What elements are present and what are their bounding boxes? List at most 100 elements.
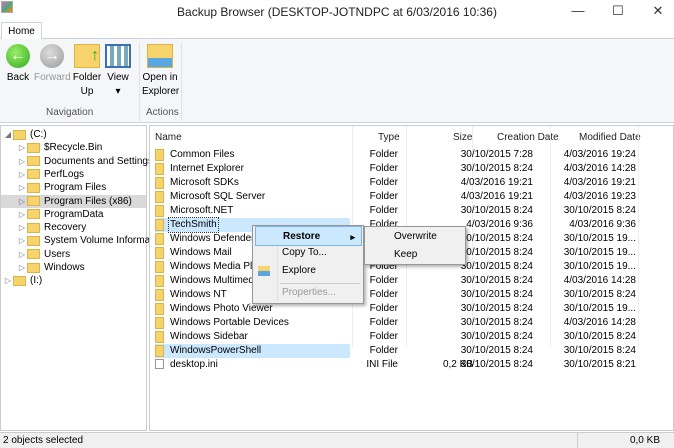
file-row[interactable]: Microsoft SDKs Folder 4/03/2016 19:21 4/… xyxy=(155,176,674,190)
file-row[interactable]: Windows Portable Devices Folder 30/10/20… xyxy=(155,316,674,330)
column-header-size[interactable]: Size xyxy=(453,132,472,143)
expand-arrow-icon[interactable]: ◢ xyxy=(3,128,13,141)
view-dropdown-arrow: ▾ xyxy=(115,86,121,97)
expand-arrow-icon[interactable]: ▷ xyxy=(17,195,27,208)
file-row[interactable]: Windows Multimedia Platform Folder 30/10… xyxy=(155,274,674,288)
file-type: Folder xyxy=(369,205,398,216)
tree-item[interactable]: ▷ Documents and Settings xyxy=(17,155,153,168)
tree-item[interactable]: ▷ ProgramData xyxy=(17,208,104,221)
file-row[interactable]: desktop.ini INI File 0,2 KB 30/10/2015 8… xyxy=(155,358,674,372)
file-row[interactable]: Common Files Folder 30/10/2015 7:28 4/03… xyxy=(155,148,674,162)
folder-up-icon: ↑ xyxy=(74,44,100,68)
tree-item[interactable]: ▷ Users xyxy=(17,248,70,261)
folder-icon xyxy=(155,317,164,329)
expand-arrow-icon[interactable]: ▷ xyxy=(17,221,27,234)
close-button[interactable]: ✕ xyxy=(648,3,668,19)
creation-date: 30/10/2015 8:24 xyxy=(460,205,533,216)
folder-icon xyxy=(27,222,40,233)
file-row[interactable]: Windows Photo Viewer Folder 30/10/2015 8… xyxy=(155,302,674,316)
open-in-label: Open in xyxy=(142,72,178,83)
file-row[interactable]: Windows Sidebar Folder 30/10/2015 8:24 3… xyxy=(155,330,674,344)
folder-icon xyxy=(155,247,164,259)
file-type: Folder xyxy=(369,317,398,328)
tree-item-label: PerfLogs xyxy=(44,168,85,180)
minimize-button[interactable]: — xyxy=(568,3,588,18)
folder-up-button[interactable]: ↑ Folder Up xyxy=(72,44,102,99)
view-button[interactable]: View ▾ xyxy=(105,44,131,99)
column-header-type[interactable]: Type xyxy=(378,132,400,143)
creation-date: 30/10/2015 8:24 xyxy=(460,261,533,272)
modified-date: 30/10/2015 8:24 xyxy=(563,331,636,342)
ribbon-tabs: Home xyxy=(0,22,674,40)
tree-item[interactable]: ▷ Program Files xyxy=(17,181,106,194)
folder-tree[interactable]: ◢ (C:) ▷ $Recycle.Bin ▷ Documents and Setting… xyxy=(0,125,155,431)
folder-icon xyxy=(13,275,26,286)
file-name: Microsoft SQL Server xyxy=(170,191,266,202)
tree-item[interactable]: ▷ $Recycle.Bin xyxy=(17,141,102,154)
column-header-name[interactable]: Name xyxy=(155,132,182,143)
folder-icon xyxy=(155,345,164,357)
modified-date: 30/10/2015 8:24 xyxy=(563,345,636,356)
menu-item-copy-to[interactable]: Copy To... xyxy=(255,243,327,263)
creation-date: 4/03/2016 19:21 xyxy=(460,177,533,188)
folder-icon xyxy=(155,303,164,315)
forward-button[interactable]: → Forward xyxy=(34,44,71,85)
tree-item-label: Program Files (x86) xyxy=(44,195,132,207)
modified-date: 4/03/2016 14:28 xyxy=(563,275,636,286)
folder-up-label-2: Up xyxy=(80,86,94,97)
modified-date: 30/10/2015 19... xyxy=(563,233,636,244)
expand-arrow-icon[interactable]: ▷ xyxy=(17,208,27,221)
file-type: Folder xyxy=(369,177,398,188)
tree-item[interactable]: ▷ (I:) xyxy=(3,274,42,287)
tree-item[interactable]: ▷ System Volume Informati xyxy=(17,234,155,247)
tree-item[interactable]: ◢ (C:) xyxy=(3,128,47,141)
menu-item-explore[interactable]: Explore xyxy=(255,261,316,281)
file-row[interactable]: Internet Explorer Folder 30/10/2015 8:24… xyxy=(155,162,674,176)
column-header-modified-date[interactable]: Modified Date xyxy=(579,132,641,143)
tree-item[interactable]: ▷ PerfLogs xyxy=(17,168,84,181)
tree-item-label: (C:) xyxy=(30,129,47,140)
creation-date: 30/10/2015 7:28 xyxy=(460,149,533,160)
menu-item-overwrite[interactable]: Overwrite xyxy=(367,227,437,247)
file-name: Microsoft.NET xyxy=(170,205,234,216)
folder-icon xyxy=(27,182,40,193)
submenu-arrow-icon: ▸ xyxy=(350,232,355,242)
tab-home[interactable]: Home xyxy=(1,22,42,40)
file-name: Windows Mail xyxy=(170,247,232,258)
file-row[interactable]: Microsoft.NET Folder 30/10/2015 8:24 30/… xyxy=(155,204,674,218)
file-row[interactable]: Microsoft SQL Server Folder 4/03/2016 19… xyxy=(155,190,674,204)
folder-icon xyxy=(155,205,164,217)
expand-arrow-icon[interactable]: ▷ xyxy=(17,181,27,194)
modified-date: 4/03/2016 14:28 xyxy=(563,163,636,174)
creation-date: 30/10/2015 8:24 xyxy=(460,331,533,342)
tree-item[interactable]: ▷ Program Files (x86) xyxy=(1,194,146,208)
modified-date: 4/03/2016 19:23 xyxy=(563,191,636,202)
forward-label: Forward xyxy=(34,72,71,83)
expand-arrow-icon[interactable]: ▷ xyxy=(17,261,27,274)
file-type: INI File xyxy=(366,359,398,370)
folder-icon xyxy=(155,289,164,301)
actions-group-label: Actions xyxy=(146,107,179,118)
tree-item-label: (I:) xyxy=(30,275,43,287)
expand-arrow-icon[interactable]: ▷ xyxy=(17,248,27,261)
explorer-icon xyxy=(147,44,173,68)
menu-item-keep[interactable]: Keep xyxy=(367,245,417,265)
tree-item[interactable]: ▷ Recovery xyxy=(17,221,86,234)
modified-date: 4/03/2016 19:21 xyxy=(563,177,636,188)
expand-arrow-icon[interactable]: ▷ xyxy=(17,234,27,247)
folder-icon xyxy=(27,196,40,206)
open-in-explorer-button[interactable]: Open in Explorer xyxy=(142,44,179,99)
file-list[interactable]: Name Type Size Creation Date Modified Da… xyxy=(149,125,674,431)
file-row[interactable]: WindowsPowerShell Folder 30/10/2015 8:24… xyxy=(155,344,674,358)
context-menu: Restore ▸ Copy To... Explore Properties.… xyxy=(252,225,364,304)
file-row[interactable]: Windows NT Folder 30/10/2015 8:24 30/10/… xyxy=(155,288,674,302)
expand-arrow-icon[interactable]: ▷ xyxy=(3,274,13,287)
file-name: Common Files xyxy=(170,149,235,160)
expand-arrow-icon[interactable]: ▷ xyxy=(17,168,27,181)
expand-arrow-icon[interactable]: ▷ xyxy=(17,141,27,154)
tree-item[interactable]: ▷ Windows xyxy=(17,261,85,274)
maximize-button[interactable]: ☐ xyxy=(608,3,628,19)
back-button[interactable]: ← Back xyxy=(4,44,32,85)
creation-date: 4/03/2016 9:36 xyxy=(466,219,533,230)
expand-arrow-icon[interactable]: ▷ xyxy=(17,155,27,168)
